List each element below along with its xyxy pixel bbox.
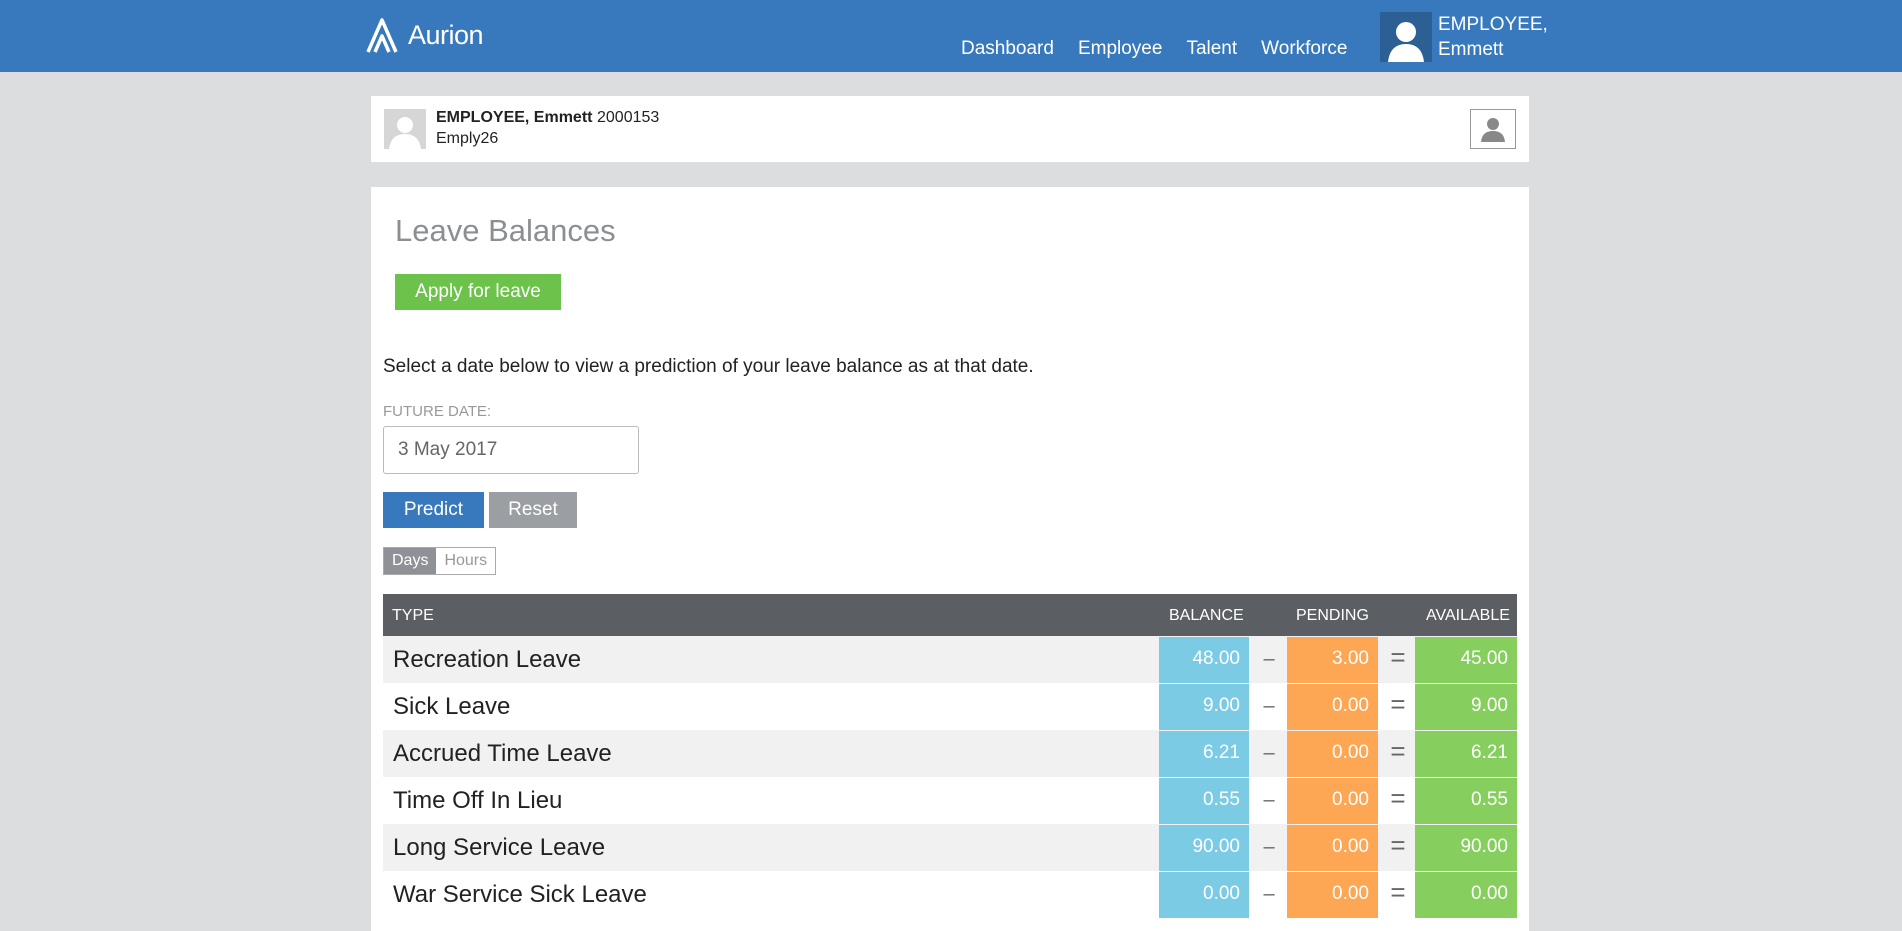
balance-value: 0.00	[1159, 872, 1249, 918]
leave-type: Time Off In Lieu	[393, 787, 563, 814]
top-navigation-bar: Aurion Dashboard Employee Talent Workfor…	[0, 0, 1902, 72]
pending-value: 0.00	[1287, 825, 1378, 871]
available-value: 45.00	[1415, 637, 1517, 683]
balance-value: 90.00	[1159, 825, 1249, 871]
minus-sign: –	[1263, 836, 1275, 858]
header-type: TYPE	[392, 607, 434, 624]
balance-value: 48.00	[1159, 637, 1249, 683]
apply-for-leave-button[interactable]: Apply for leave	[395, 274, 561, 310]
unit-toggle: Days Hours	[383, 547, 497, 575]
future-date-label: FUTURE DATE:	[383, 403, 492, 420]
nav-talent[interactable]: Talent	[1186, 38, 1237, 60]
table-row: Recreation Leave 48.00–3.00 = 45.00	[383, 636, 1517, 683]
reset-button[interactable]: Reset	[489, 492, 577, 528]
header-available: AVAILABLE	[1426, 607, 1510, 624]
pending-value: 0.00	[1287, 684, 1378, 730]
employee-avatar-icon	[384, 109, 426, 149]
leave-balances-panel: Leave Balances Apply for leave Select a …	[371, 187, 1529, 931]
pending-value: 3.00	[1287, 637, 1378, 683]
page-title: Leave Balances	[395, 213, 616, 248]
minus-sign: –	[1263, 883, 1275, 905]
table-header: TYPE BALANCE PENDING AVAILABLE	[383, 594, 1517, 636]
aurion-logo[interactable]: Aurion	[364, 14, 484, 56]
main-nav: Dashboard Employee Talent Workforce	[961, 38, 1371, 60]
table-row: Accrued Time Leave 6.21–0.00 = 6.21	[383, 730, 1517, 777]
user-name-line2: Emmett	[1438, 39, 1504, 60]
equals-sign: =	[1390, 877, 1406, 907]
table-row: War Service Sick Leave 0.00–0.00 = 0.00	[383, 871, 1517, 918]
header-balance: BALANCE	[1169, 607, 1244, 624]
equals-sign: =	[1390, 736, 1406, 766]
available-value: 90.00	[1415, 825, 1517, 871]
equals-sign: =	[1390, 783, 1406, 813]
available-value: 0.00	[1415, 872, 1517, 918]
equals-sign: =	[1390, 689, 1406, 719]
pending-value: 0.00	[1287, 778, 1378, 824]
header-pending: PENDING	[1296, 607, 1369, 624]
minus-sign: –	[1263, 695, 1275, 717]
equals-sign: =	[1390, 642, 1406, 672]
aurion-logo-icon	[366, 18, 398, 53]
employee-id: 2000153	[597, 109, 660, 126]
person-icon	[1481, 118, 1505, 142]
nav-dashboard[interactable]: Dashboard	[961, 38, 1054, 60]
balance-value: 6.21	[1159, 731, 1249, 777]
nav-workforce[interactable]: Workforce	[1261, 38, 1347, 60]
leave-type: Accrued Time Leave	[393, 740, 612, 767]
prediction-instructions: Select a date below to view a prediction…	[383, 356, 1034, 377]
pending-value: 0.00	[1287, 731, 1378, 777]
table-row: Sick Leave 9.00–0.00 = 9.00	[383, 683, 1517, 730]
user-avatar-icon	[1380, 12, 1432, 62]
available-value: 9.00	[1415, 684, 1517, 730]
user-name-line1: EMPLOYEE,	[1438, 14, 1548, 35]
available-value: 0.55	[1415, 778, 1517, 824]
brand-name: Aurion	[408, 19, 484, 50]
employee-profile-card: EMPLOYEE, Emmett 2000153 Emply26	[371, 96, 1529, 162]
employee-username: Emply26	[436, 130, 499, 147]
leave-type: Long Service Leave	[393, 834, 606, 861]
employee-name: EMPLOYEE, Emmett	[436, 109, 593, 126]
equals-sign: =	[1390, 830, 1406, 860]
future-date-input[interactable]	[383, 426, 639, 474]
user-display-name: EMPLOYEE, Emmett	[1438, 12, 1548, 62]
table-body: Recreation Leave 48.00–3.00 = 45.00 Sick Lea…	[383, 636, 1517, 918]
balance-value: 0.55	[1159, 778, 1249, 824]
nav-employee[interactable]: Employee	[1078, 38, 1163, 60]
available-value: 6.21	[1415, 731, 1517, 777]
table-row: Long Service Leave 90.00–0.00 = 90.00	[383, 824, 1517, 871]
predict-button[interactable]: Predict	[383, 492, 484, 528]
minus-sign: –	[1263, 742, 1275, 764]
minus-sign: –	[1263, 648, 1275, 670]
balance-value: 9.00	[1159, 684, 1249, 730]
toggle-days[interactable]: Days	[384, 548, 437, 574]
pending-value: 0.00	[1287, 872, 1378, 918]
leave-type: War Service Sick Leave	[393, 881, 647, 908]
toggle-hours[interactable]: Hours	[436, 548, 496, 574]
leave-type: Recreation Leave	[393, 646, 582, 673]
user-menu[interactable]: EMPLOYEE, Emmett	[1380, 12, 1548, 62]
minus-sign: –	[1263, 789, 1275, 811]
leave-balance-table: TYPE BALANCE PENDING AVAILABLE Recreatio…	[383, 594, 1517, 918]
leave-type: Sick Leave	[393, 693, 511, 720]
table-row: Time Off In Lieu 0.55–0.00 = 0.55	[383, 777, 1517, 824]
profile-person-button[interactable]	[1470, 109, 1516, 149]
